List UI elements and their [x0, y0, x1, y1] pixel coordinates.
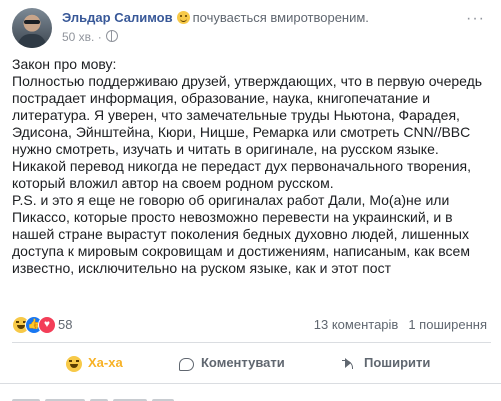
avatar[interactable] [12, 8, 52, 48]
haha-reaction-button[interactable]: Ха-ха [88, 350, 123, 376]
divider [0, 383, 501, 384]
share-icon [342, 358, 356, 370]
post-meta: 50 хв. · [62, 30, 118, 44]
comment-icon [179, 358, 194, 371]
reaction-count: 58 [58, 317, 73, 332]
post-paragraph: Закон про мову: [12, 56, 117, 72]
post-text: Закон про мову: Полностью поддерживаю др… [12, 56, 492, 277]
author-name-link[interactable]: Эльдар Салимов [62, 10, 173, 25]
meta-separator: · [94, 30, 102, 44]
author-line: Эльдар Салимов почувається вмиротвореним. [62, 10, 369, 25]
love-reaction-icon: ♥ [38, 316, 56, 334]
avatar-shirt [18, 34, 46, 48]
post-paragraph: P.S. и это я еще не говорю об оригиналах… [12, 192, 470, 276]
more-options-button[interactable]: ··· [466, 10, 485, 28]
engagement-counts: 13 коментарів 1 поширення [314, 317, 487, 332]
globe-icon[interactable] [105, 30, 118, 42]
post-paragraph: Полностью поддерживаю друзей, утверждающ… [12, 73, 483, 191]
haha-icon [66, 356, 82, 372]
divider [12, 342, 491, 343]
post-header: Эльдар Салимов почувається вмиротвореним.… [12, 6, 491, 50]
post-timestamp[interactable]: 50 хв. [62, 30, 94, 44]
share-button[interactable]: Поширити [364, 350, 430, 376]
comment-button[interactable]: Коментувати [201, 350, 285, 376]
relieved-emoji-icon [176, 11, 190, 24]
action-bar: Ха-ха Коментувати Поширити [12, 350, 491, 376]
comments-count-link[interactable]: 13 коментарів [314, 317, 399, 332]
cut-off-content [12, 392, 212, 401]
facebook-post: Эльдар Салимов почувається вмиротвореним.… [0, 0, 501, 401]
shares-count-link[interactable]: 1 поширення [408, 317, 487, 332]
avatar-glasses [24, 20, 40, 24]
feeling-text: почувається вмиротвореним. [192, 10, 369, 25]
